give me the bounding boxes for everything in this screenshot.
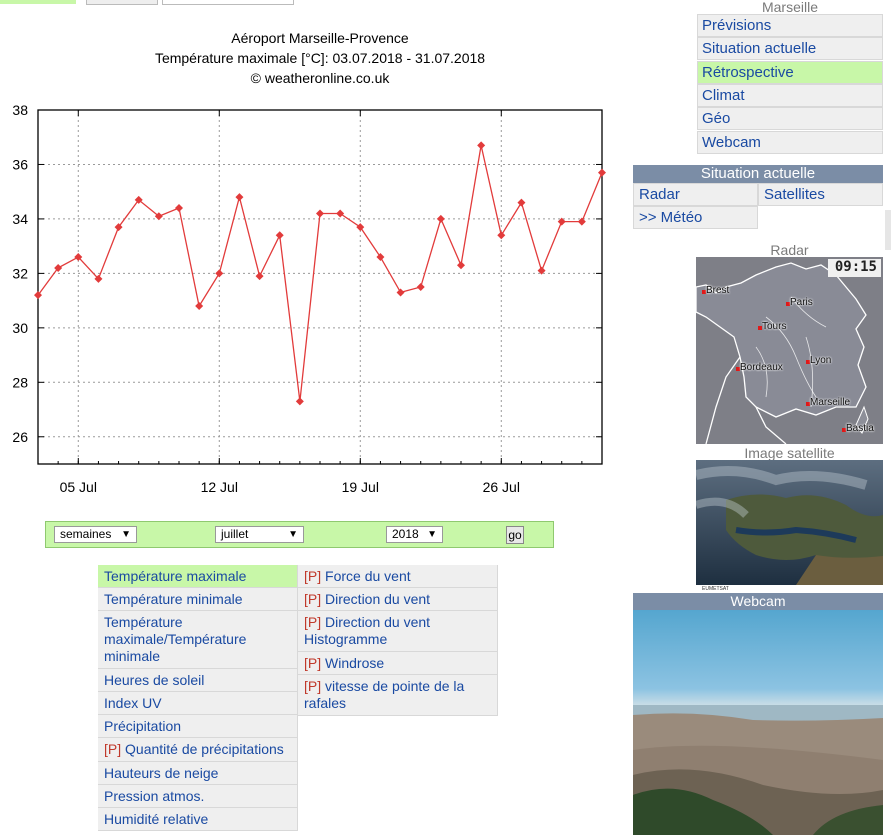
- menu-item[interactable]: [P] Direction du vent: [298, 588, 498, 611]
- y-tick-label: 36: [12, 156, 28, 172]
- y-tick-label: 32: [12, 265, 28, 281]
- webcam-image[interactable]: [633, 610, 883, 835]
- chevron-down-icon: ▼: [121, 529, 131, 540]
- temperature-chart: 26 28 30 32 34 36 38 05 Jul 12 Jul 19 Jul 26 Jul: [12, 102, 606, 495]
- menu-item[interactable]: Hauteurs de neige: [98, 762, 298, 785]
- menu-item[interactable]: Humidité relative: [98, 808, 298, 831]
- y-tick-label: 34: [12, 211, 28, 227]
- x-tick-label: 26 Jul: [483, 479, 520, 495]
- situation-heading: Situation actuelle: [633, 165, 883, 183]
- y-tick-label: 30: [12, 320, 28, 336]
- scrollbar-thumb[interactable]: [885, 210, 891, 250]
- menu-item-label: Pression atmos.: [104, 788, 205, 804]
- menu-item-label: vitesse de pointe de la rafales: [304, 678, 465, 711]
- satellites-link[interactable]: Satellites: [758, 183, 883, 206]
- webcam-heading: Webcam: [633, 593, 883, 610]
- top-clipped-controls: [0, 0, 300, 5]
- meteo-link[interactable]: >> Météo: [633, 206, 758, 229]
- menu-item[interactable]: Température maximale: [98, 565, 298, 588]
- menu-item-label: Windrose: [325, 655, 385, 671]
- menu-item-label: Force du vent: [325, 568, 411, 584]
- x-tick-label: 19 Jul: [342, 479, 379, 495]
- premium-tag: [P]: [304, 614, 322, 630]
- menu-item-label: Température maximale: [104, 568, 247, 584]
- chart-credit: © weatheronline.co.uk: [250, 70, 390, 86]
- menu-item-label: Heures de soleil: [104, 672, 205, 688]
- year-select-value: 2018: [392, 527, 419, 541]
- nav-item[interactable]: Webcam: [697, 130, 883, 154]
- menu-item[interactable]: Précipitation: [98, 715, 298, 738]
- satellite-image-graphic: [696, 460, 883, 585]
- chart-subtitle: Température maximale [°C]: 03.07.2018 - …: [154, 50, 486, 66]
- y-tick-label: 26: [12, 429, 28, 445]
- city-label: Bastia: [846, 423, 874, 434]
- menu-item-label: Température minimale: [104, 591, 243, 607]
- menu-item[interactable]: [P] Windrose: [298, 652, 498, 675]
- premium-tag: [P]: [304, 678, 322, 694]
- chevron-down-icon: ▼: [427, 529, 437, 540]
- webcam-image-graphic: [633, 610, 883, 835]
- x-tick-label: 05 Jul: [60, 479, 97, 495]
- menu-item[interactable]: [P] vitesse de pointe de la rafales: [298, 675, 498, 716]
- menu-item[interactable]: Température maximale/Température minimal…: [98, 611, 298, 669]
- radar-map[interactable]: 09:15 Brest Paris Tours Bordeaux Lyon Marseil…: [696, 257, 883, 444]
- nav-item[interactable]: Situation actuelle: [697, 37, 883, 61]
- city-label: Tours: [762, 321, 787, 332]
- radar-link[interactable]: Radar: [633, 183, 758, 206]
- top-field[interactable]: [162, 0, 294, 5]
- plot-area: [38, 110, 602, 464]
- chevron-down-icon: ▼: [288, 529, 298, 540]
- menu-item[interactable]: Température minimale: [98, 588, 298, 611]
- premium-tag: [P]: [104, 741, 122, 757]
- menu-item-label: Index UV: [104, 695, 162, 711]
- menu-item-label: Direction du vent Histogramme: [304, 614, 431, 647]
- city-label: Lyon: [810, 355, 832, 366]
- vertical-scrollbar[interactable]: [884, 0, 893, 835]
- menu-item[interactable]: [P] Force du vent: [298, 565, 498, 588]
- premium-tag: [P]: [304, 655, 322, 671]
- premium-tag: [P]: [304, 568, 322, 584]
- menu-item[interactable]: Pression atmos.: [98, 785, 298, 808]
- nav-item[interactable]: Climat: [697, 83, 883, 107]
- radar-time: 09:15: [834, 259, 877, 275]
- menu-item-label: Quantité de précipitations: [125, 741, 284, 757]
- month-select-value: juillet: [221, 527, 249, 541]
- y-tick-label: 38: [12, 102, 28, 118]
- period-select-value: semaines: [60, 527, 112, 541]
- menu-item-label: Direction du vent: [325, 591, 431, 607]
- date-selector-bar: semaines ▼ juillet ▼ 2018 ▼ go: [45, 521, 554, 548]
- city-heading: Marseille: [761, 0, 818, 15]
- menu-item-label: Précipitation: [104, 718, 182, 734]
- nav-item[interactable]: Rétrospective: [697, 60, 883, 84]
- x-tick-label: 12 Jul: [201, 479, 238, 495]
- menu-item-label: Température maximale/Température minimal…: [104, 614, 247, 664]
- satellite-image[interactable]: [696, 460, 883, 585]
- satellite-heading: Image satellite: [744, 445, 835, 461]
- nav-item[interactable]: Prévisions: [697, 14, 883, 37]
- menu-item[interactable]: Heures de soleil: [98, 669, 298, 692]
- city-label: Paris: [790, 297, 813, 308]
- menu-item-label: Hauteurs de neige: [104, 765, 219, 781]
- premium-tag: [P]: [304, 591, 322, 607]
- top-tab-active[interactable]: [0, 0, 76, 4]
- chart-title: Aéroport Marseille-Provence: [231, 30, 409, 46]
- nav-item[interactable]: Géo: [697, 107, 883, 131]
- year-select[interactable]: 2018 ▼: [386, 526, 443, 543]
- top-tab[interactable]: [86, 0, 158, 5]
- menu-item-label: Humidité relative: [104, 811, 209, 827]
- radar-heading: Radar: [770, 242, 809, 258]
- menu-item[interactable]: [P] Direction du vent Histogramme: [298, 611, 498, 652]
- menu-item[interactable]: [P] Quantité de précipitations: [98, 738, 298, 762]
- city-label: Marseille: [810, 397, 851, 408]
- eumetsat-label: EUMETSAT: [702, 586, 729, 592]
- month-select[interactable]: juillet ▼: [215, 526, 304, 543]
- y-tick-label: 28: [12, 374, 28, 390]
- city-label: Bordeaux: [740, 362, 783, 373]
- go-button[interactable]: go: [506, 526, 524, 544]
- satellite-credit: EUMETSAT: [696, 585, 883, 593]
- city-label: Brest: [706, 285, 730, 296]
- menu-item[interactable]: Index UV: [98, 692, 298, 715]
- period-select[interactable]: semaines ▼: [54, 526, 137, 543]
